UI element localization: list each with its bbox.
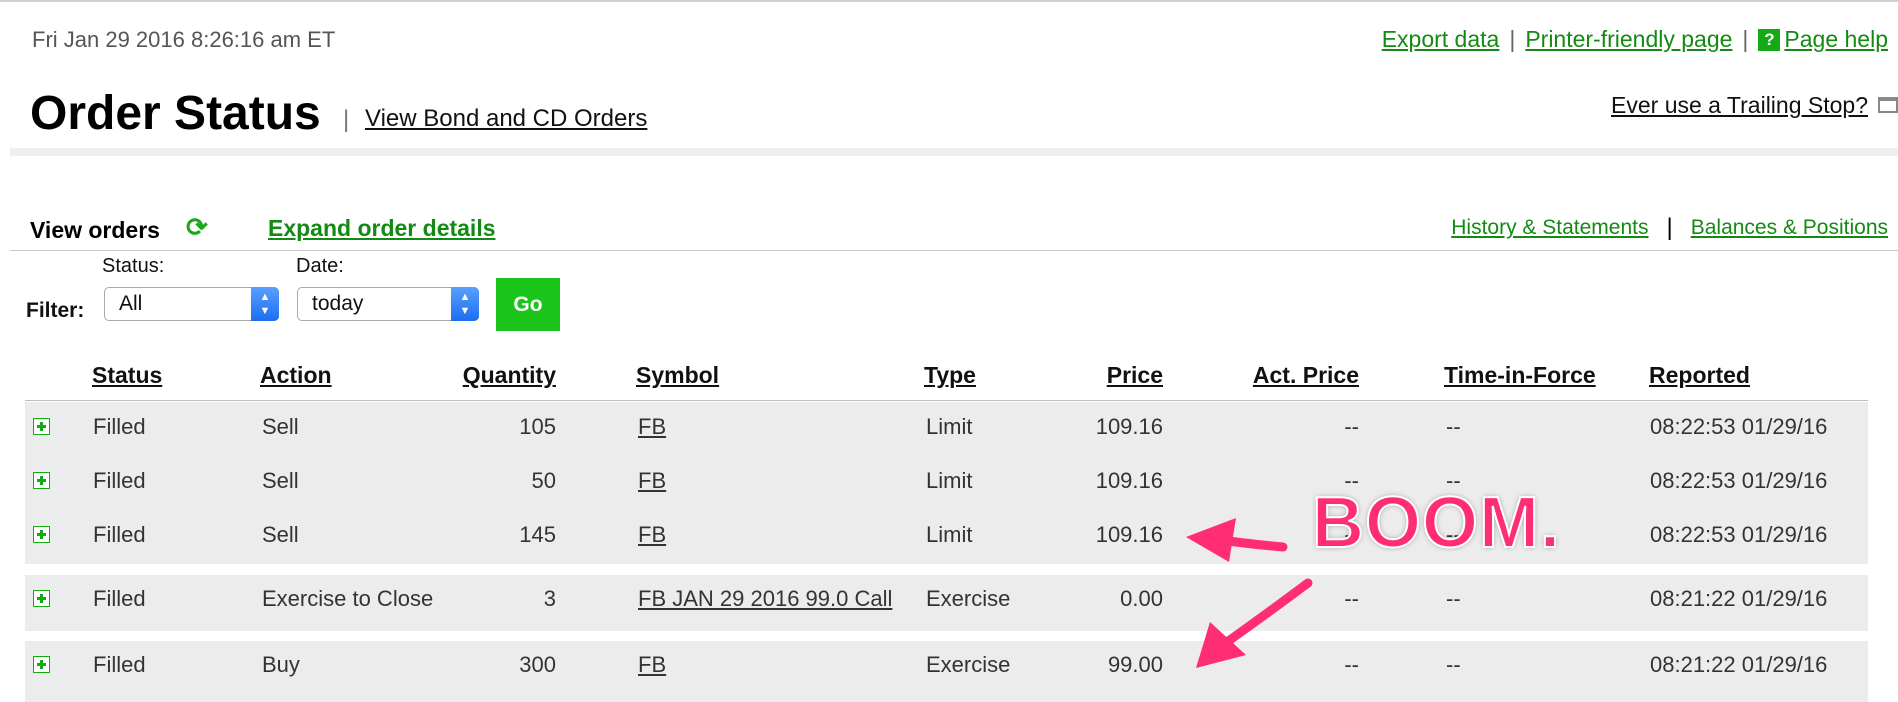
boom-annotation: BOOM. <box>1311 482 1561 564</box>
annotation-arrows <box>1186 518 1313 668</box>
arrow-icon <box>1186 518 1288 562</box>
arrow-icon <box>1196 578 1313 668</box>
